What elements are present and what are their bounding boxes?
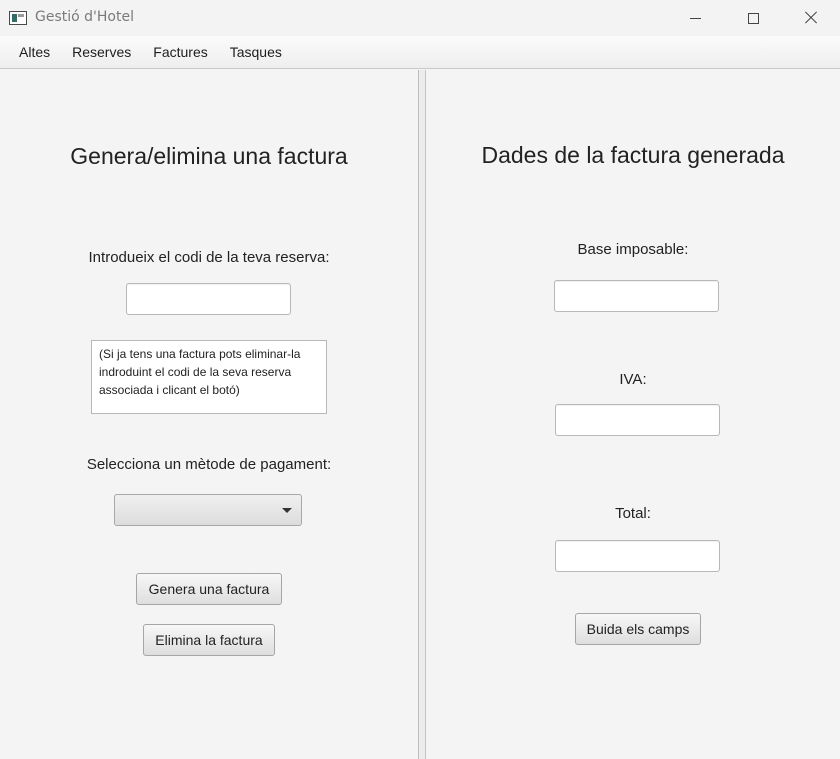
iva-label: IVA:: [619, 371, 647, 388]
tax-base-field[interactable]: [554, 280, 719, 312]
menu-factures[interactable]: Factures: [142, 36, 218, 69]
menu-reserves[interactable]: Reserves: [61, 36, 142, 69]
clear-fields-button[interactable]: Buida els camps: [575, 613, 701, 645]
invoice-data-panel: Dades de la factura generada Base imposa…: [426, 70, 840, 759]
window-title: Gestió d'Hotel: [35, 9, 134, 25]
total-label: Total:: [615, 505, 651, 522]
payment-method-label: Selecciona un mètode de pagament:: [86, 456, 332, 473]
maximize-button[interactable]: [724, 0, 782, 36]
note-line: associada i clicant el botó): [99, 383, 240, 397]
menu-bar: Altes Reserves Factures Tasques: [0, 36, 840, 69]
menu-tasques[interactable]: Tasques: [219, 36, 293, 69]
delete-invoice-note: (Si ja tens una factura pots eliminar-la…: [91, 340, 327, 414]
menu-altes[interactable]: Altes: [8, 36, 61, 69]
app-icon: [9, 11, 27, 25]
reservation-code-label: Introdueix el codi de la teva reserva:: [88, 249, 330, 266]
minimize-icon: [689, 17, 701, 19]
maximize-icon: [747, 12, 759, 24]
total-field[interactable]: [555, 540, 720, 572]
delete-invoice-button[interactable]: Elimina la factura: [143, 624, 275, 656]
invoice-form-heading: Genera/elimina una factura: [70, 143, 348, 169]
split-pane-divider[interactable]: [419, 70, 426, 759]
reservation-code-input[interactable]: [126, 283, 291, 315]
close-button[interactable]: [782, 0, 840, 36]
invoice-form-panel: Genera/elimina una factura Introdueix el…: [0, 70, 419, 759]
chevron-down-icon: [282, 508, 292, 513]
iva-field[interactable]: [555, 404, 720, 436]
invoice-data-heading: Dades de la factura generada: [481, 142, 785, 168]
generate-invoice-button[interactable]: Genera una factura: [136, 573, 282, 605]
minimize-button[interactable]: [666, 0, 724, 36]
note-line: (Si ja tens una factura pots eliminar-la: [99, 347, 301, 361]
note-line: indroduint el codi de la seva reserva: [99, 365, 292, 379]
title-bar: Gestió d'Hotel: [0, 0, 840, 36]
close-icon: [804, 11, 818, 25]
payment-method-select[interactable]: [114, 494, 302, 526]
tax-base-label: Base imposable:: [577, 241, 689, 258]
